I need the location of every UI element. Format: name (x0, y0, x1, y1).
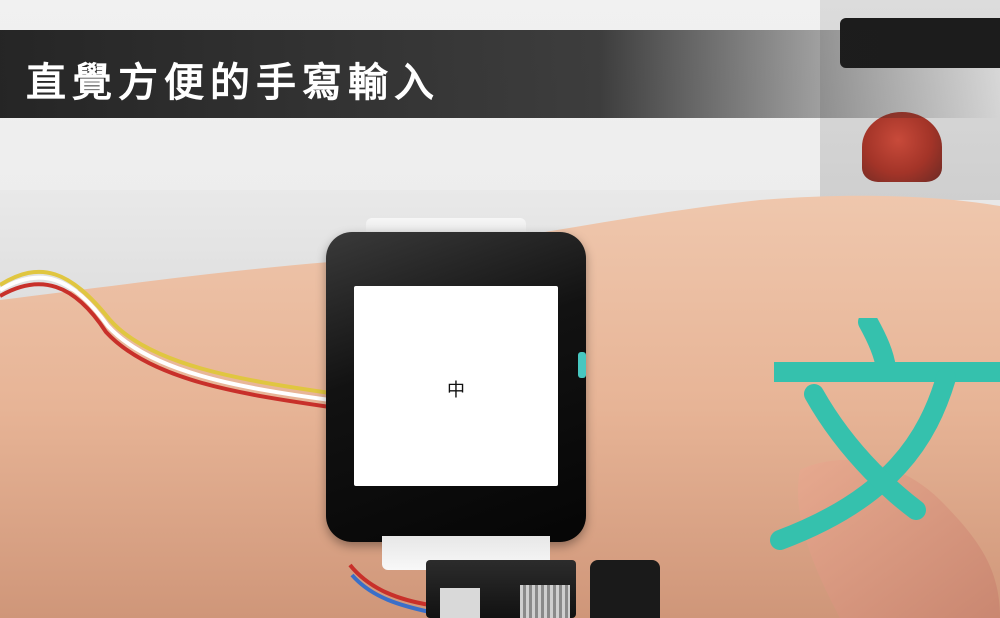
handwritten-glyph-icon (770, 318, 1000, 550)
board-spring (520, 585, 570, 618)
caption-title: 直覺方便的手寫輸入 (26, 59, 440, 106)
board-clip (590, 560, 660, 618)
watch-screen[interactable]: 中 (354, 286, 558, 486)
photo-scene: 中 直覺方便的手寫輸入 (0, 0, 1000, 618)
watch-side-button[interactable] (578, 352, 586, 378)
board-label (440, 588, 480, 618)
recognized-character: 中 (447, 380, 465, 401)
